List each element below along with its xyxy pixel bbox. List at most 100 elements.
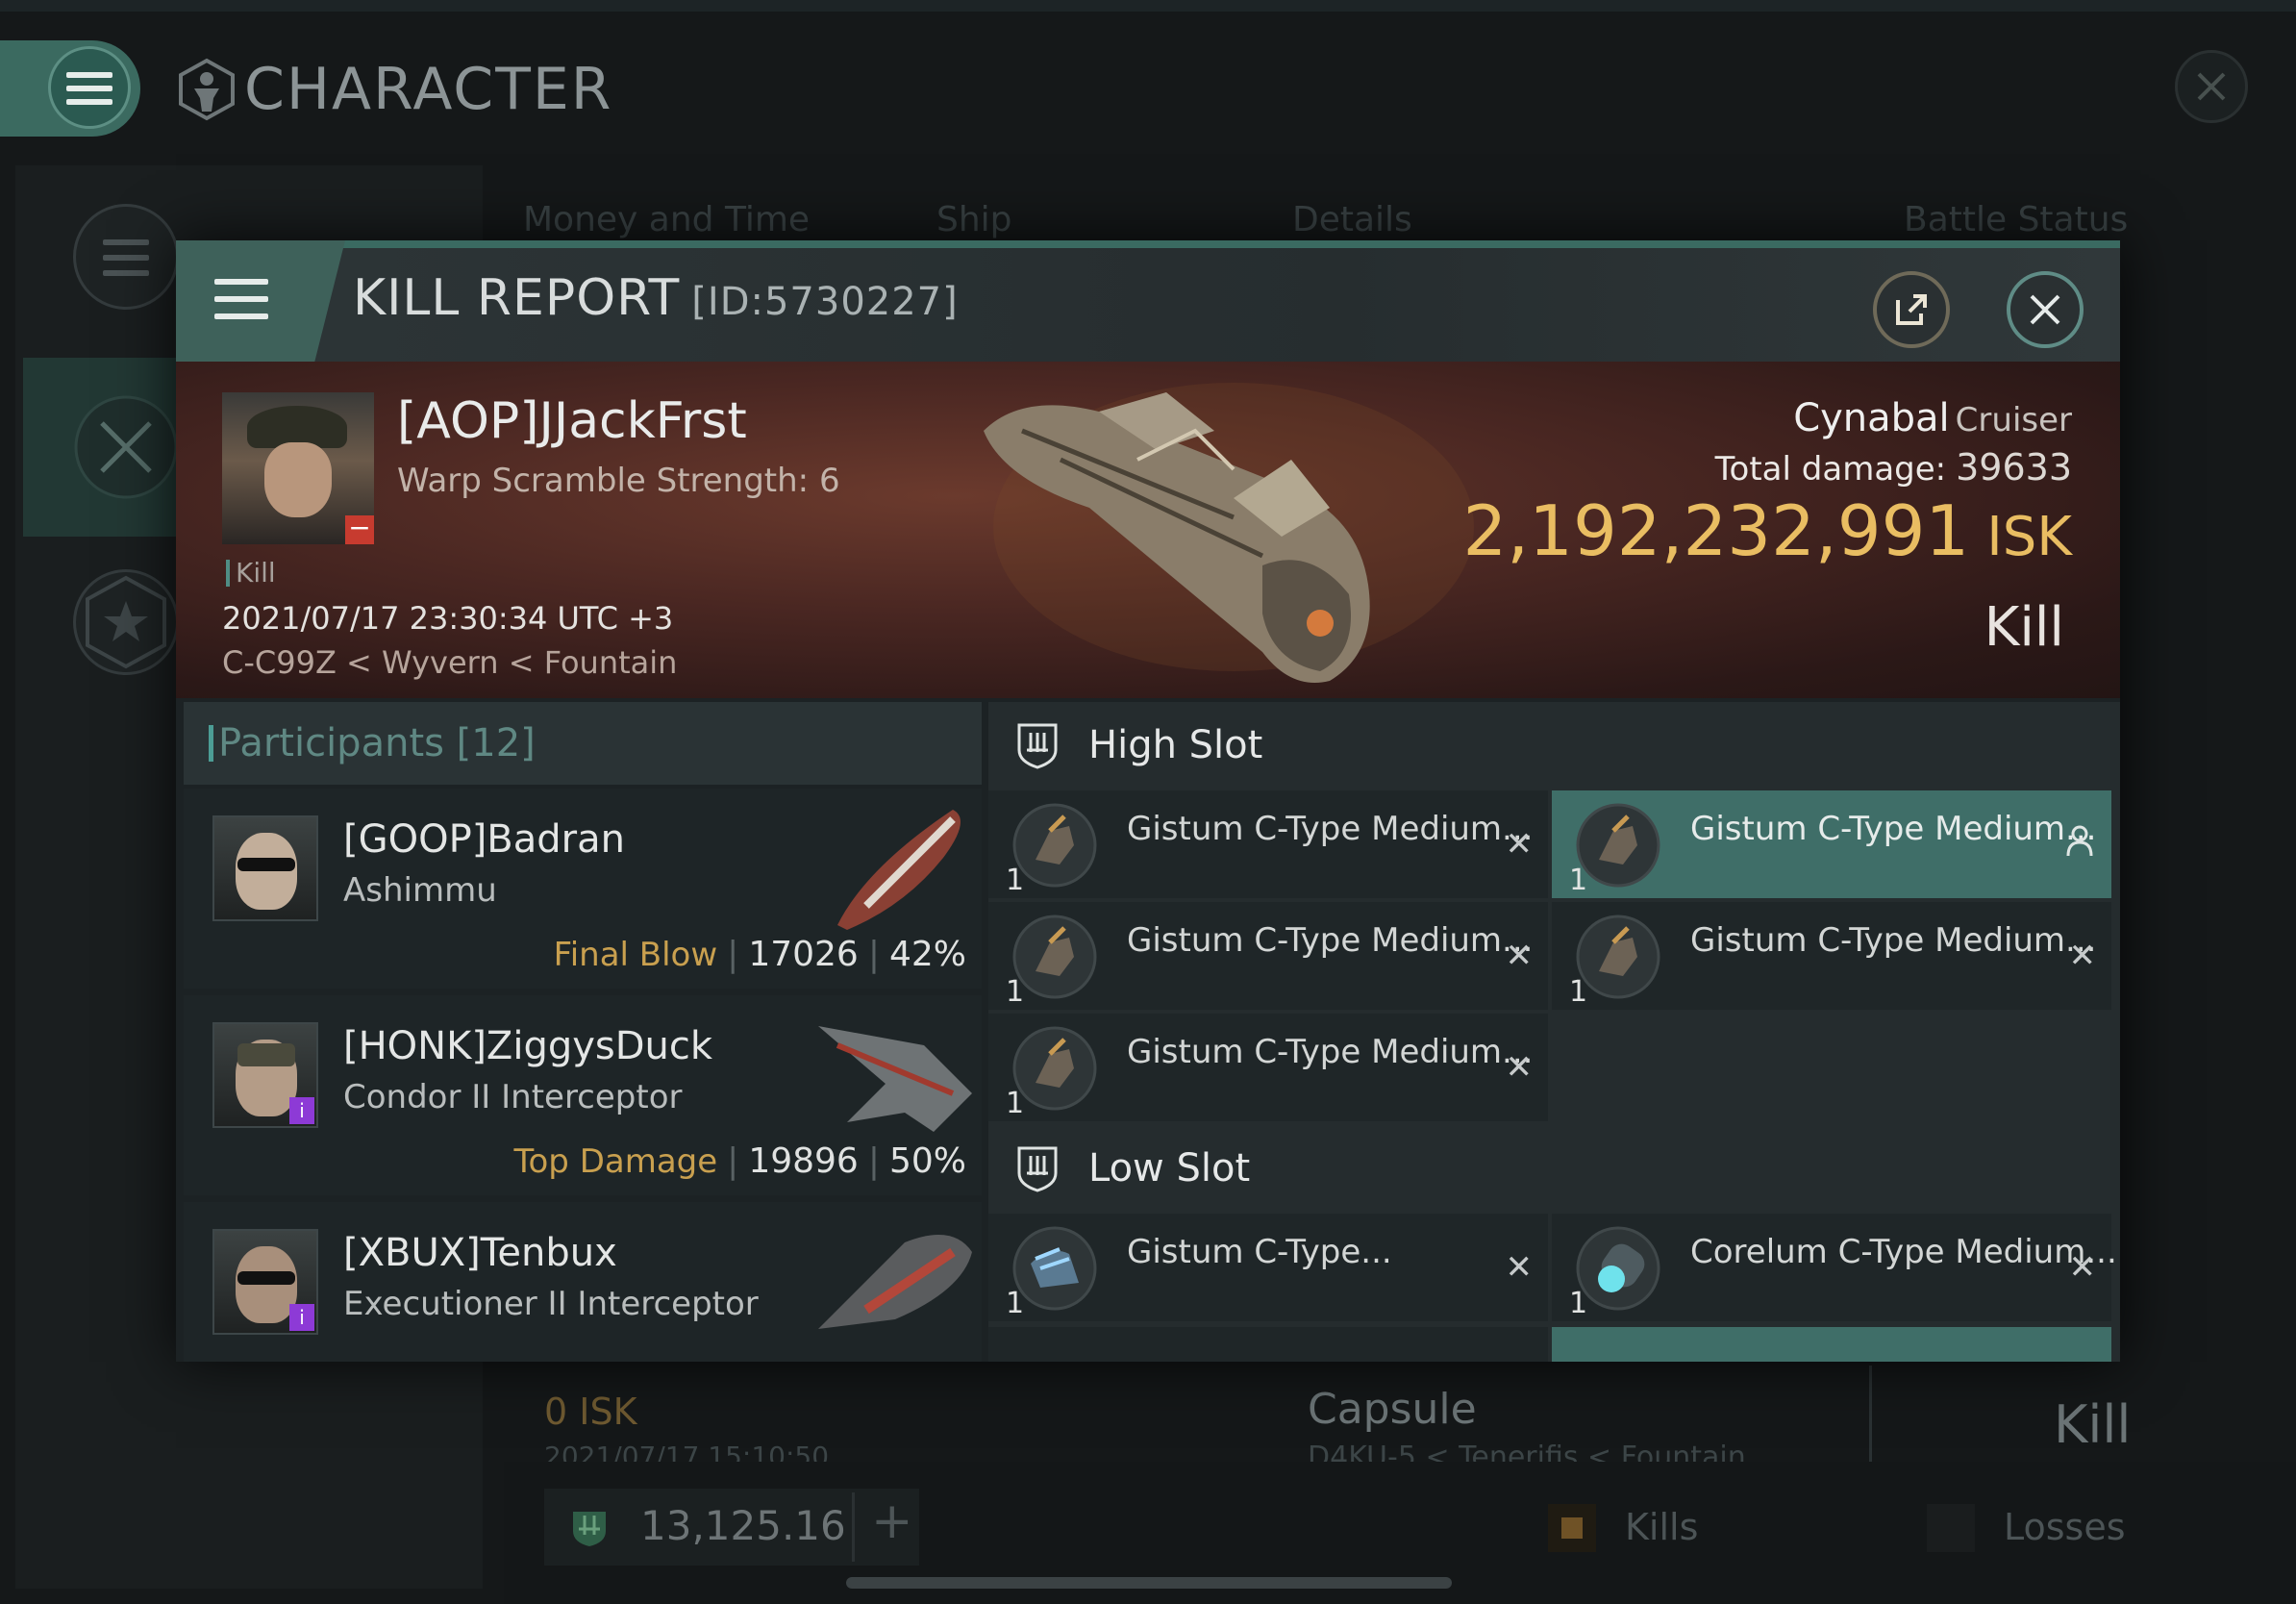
isk-unit: ISK xyxy=(1986,506,2072,568)
module-quantity: 1 xyxy=(1569,975,1588,1009)
module-item-partial[interactable] xyxy=(988,1327,1548,1362)
tab-money-and-time[interactable]: Money and Time xyxy=(523,200,810,239)
avatar[interactable]: i xyxy=(212,1229,318,1335)
fitting-slots-panel: High Slot 1 Gistum C-Type Medium... ✕ 1 … xyxy=(988,702,2120,1362)
losses-checkbox[interactable] xyxy=(1927,1504,1975,1552)
participant-stats: Top Damage | 19896 | 50% xyxy=(513,1141,966,1181)
avatar[interactable] xyxy=(212,815,318,921)
kill-report-window: KILL REPORT [ID:5730227] − [AOP]JJackFrst… xyxy=(176,240,2120,1362)
background-list-row[interactable]: 0 ISK 2021/07/17 15:10:50 Capsule D4KU-5… xyxy=(504,1346,2296,1462)
tab-ship[interactable]: Ship xyxy=(936,200,1012,239)
module-item-partial[interactable] xyxy=(1552,1327,2111,1362)
module-item[interactable]: 1 Gistum C-Type... ✕ xyxy=(988,1214,1548,1321)
victim-ship-name[interactable]: Cynabal Cruiser xyxy=(1793,396,2072,440)
isk-amount: 2,192,232,991 xyxy=(1462,490,1970,571)
tab-details[interactable]: Details xyxy=(1292,200,1412,239)
module-item-selected[interactable]: 1 Gistum C-Type Medium... xyxy=(1552,790,2111,898)
kill-report-title: KILL REPORT [ID:5730227] xyxy=(353,269,959,327)
victim-panel: − [AOP]JJackFrst Warp Scramble Strength:… xyxy=(176,362,2120,698)
heat-sink-icon xyxy=(1012,1226,1097,1311)
top-bar xyxy=(0,0,2296,12)
participant-label: Top Damage xyxy=(513,1142,718,1181)
row-status: Kill xyxy=(2054,1394,2132,1455)
isk-value: 2,192,232,991 ISK xyxy=(1462,490,2072,571)
info-badge: i xyxy=(289,1097,314,1124)
row-date: 2021/07/17 15:10:50 xyxy=(544,1441,830,1462)
victim-portrait[interactable]: − xyxy=(222,392,374,544)
kills-label: Kills xyxy=(1625,1506,1699,1548)
high-slot-icon xyxy=(1017,723,1058,769)
kill-report-close-button[interactable] xyxy=(2007,271,2084,348)
victim-ship-image[interactable] xyxy=(945,373,1541,690)
share-button[interactable] xyxy=(1873,271,1950,348)
destroyed-icon: ✕ xyxy=(1505,1048,1534,1087)
participants-title: Participants [12] xyxy=(218,721,536,765)
module-item[interactable]: 1 Gistum C-Type Medium... ✕ xyxy=(988,1014,1548,1121)
participant-ship-image xyxy=(818,1235,972,1329)
destroyed-icon: ✕ xyxy=(2068,1248,2097,1287)
hostile-standing-icon: − xyxy=(345,514,374,544)
wallet-box: 13,125.16 + xyxy=(544,1489,919,1566)
kill-report-title-text: KILL REPORT xyxy=(353,269,681,327)
avatar[interactable]: i xyxy=(212,1022,318,1128)
participants-header-bar xyxy=(209,725,213,762)
module-item[interactable]: 1 Gistum C-Type Medium... ✕ xyxy=(988,902,1548,1010)
module-item[interactable]: 1 Corelum C-Type Medium... ✕ xyxy=(1552,1214,2117,1321)
high-slot-header: High Slot xyxy=(988,702,2120,790)
participant-stats: Final Blow | 17026 | 42% xyxy=(553,935,966,974)
victim-ship-type: Cynabal xyxy=(1793,396,1950,440)
module-quantity: 1 xyxy=(1006,864,1025,897)
high-slot-title: High Slot xyxy=(1088,723,1263,767)
crossed-swords-icon xyxy=(74,395,178,499)
module-quantity: 1 xyxy=(1006,1287,1025,1320)
close-icon xyxy=(2030,294,2060,325)
participant-row[interactable]: [GOOP]Badran Ashimmu Final Blow | 17026 | 42… xyxy=(184,789,982,989)
participant-name: [HONK]ZiggysDuck xyxy=(343,1024,713,1068)
participant-percent: 50% xyxy=(888,1141,966,1181)
participant-row[interactable]: i [XBUX]Tenbux Executioner II Intercepto… xyxy=(184,1202,982,1362)
character-icon xyxy=(179,58,235,121)
app-close-button[interactable] xyxy=(2175,50,2248,123)
victim-name[interactable]: [AOP]JJackFrst xyxy=(397,392,747,450)
destroyed-icon: ✕ xyxy=(2068,937,2097,975)
module-name: Gistum C-Type Medium... xyxy=(1690,921,2097,960)
participant-row[interactable]: i [HONK]ZiggysDuck Condor II Interceptor… xyxy=(184,995,982,1195)
kills-checkbox[interactable] xyxy=(1548,1504,1596,1552)
info-badge: i xyxy=(289,1304,314,1331)
turret-icon xyxy=(1012,803,1097,888)
star-icon[interactable] xyxy=(73,569,179,675)
participant-name: [GOOP]Badran xyxy=(343,817,625,862)
close-icon xyxy=(2197,72,2226,101)
background-tabs: Money and Time Ship Details Battle Statu… xyxy=(504,173,2296,242)
module-item[interactable]: 1 Gistum C-Type Medium... ✕ xyxy=(1552,902,2111,1010)
module-name: Gistum C-Type Medium... xyxy=(1127,810,1534,848)
victim-ship-class: Cruiser xyxy=(1955,401,2072,439)
module-item[interactable]: 1 Gistum C-Type Medium... ✕ xyxy=(988,790,1548,898)
tab-battle-status[interactable]: Battle Status xyxy=(1904,200,2128,239)
list-icon[interactable] xyxy=(73,204,179,310)
scrollbar[interactable] xyxy=(846,1577,1452,1589)
add-isk-button[interactable]: + xyxy=(871,1492,913,1550)
module-name: Gistum C-Type Medium... xyxy=(1127,1033,1534,1071)
turret-icon xyxy=(1012,1026,1097,1111)
destroyed-icon: ✕ xyxy=(1505,1248,1534,1287)
wallet-balance: 13,125.16 xyxy=(640,1502,846,1549)
low-slot-header: Low Slot xyxy=(988,1125,2120,1214)
module-name: Corelum C-Type Medium... xyxy=(1690,1233,2117,1271)
page-title: CHARACTER xyxy=(244,56,613,123)
participant-percent: 42% xyxy=(888,935,966,974)
destroyed-icon: ✕ xyxy=(1505,937,1534,975)
kill-report-id: [ID:5730227] xyxy=(691,280,959,324)
module-name: Gistum C-Type Medium... xyxy=(1127,921,1534,960)
isk-icon xyxy=(573,1512,606,1546)
participant-damage: 19896 xyxy=(748,1141,859,1181)
total-damage-value: 39633 xyxy=(1956,446,2072,489)
external-link-icon xyxy=(1896,294,1927,325)
dropped-person-icon xyxy=(2066,825,2093,857)
victim-location[interactable]: C-C99Z < Wyvern < Fountain xyxy=(222,644,677,681)
main-menu-button[interactable] xyxy=(0,40,140,137)
module-quantity: 1 xyxy=(1006,975,1025,1009)
row-divider xyxy=(1869,1366,1872,1462)
row-isk: 0 ISK xyxy=(544,1391,637,1433)
participant-damage: 17026 xyxy=(748,935,859,974)
